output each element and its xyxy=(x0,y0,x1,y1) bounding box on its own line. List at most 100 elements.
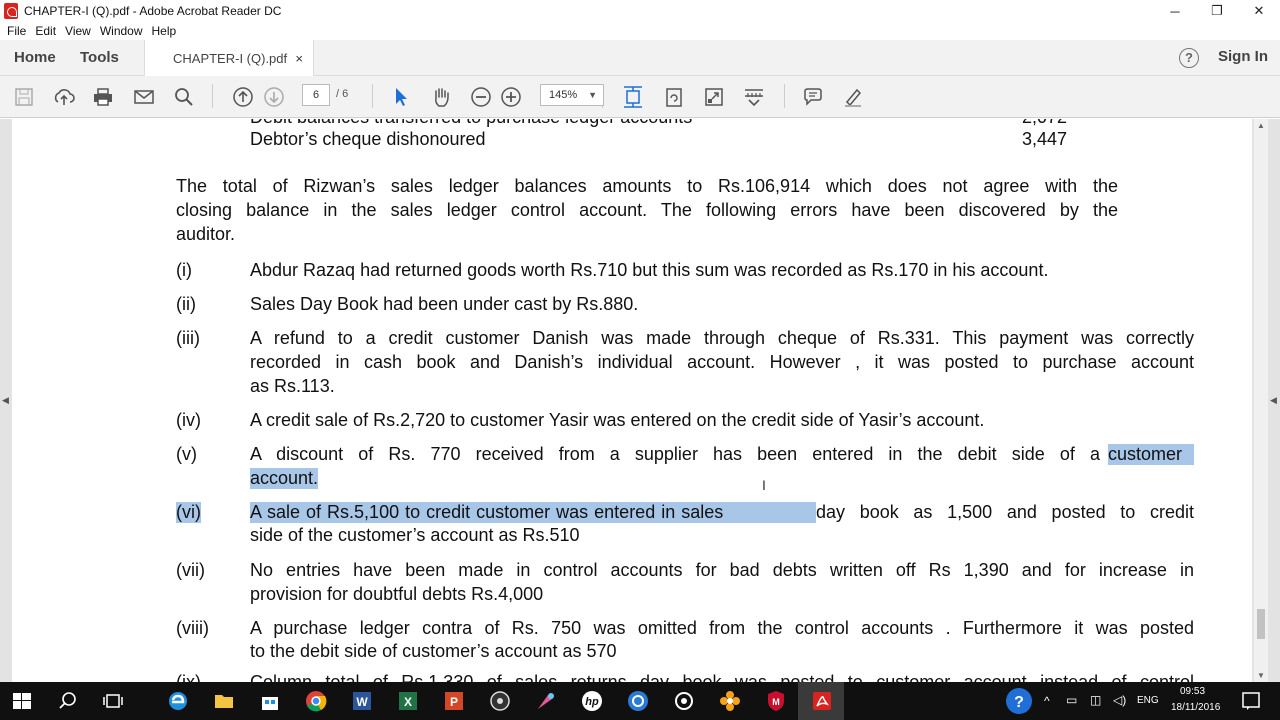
minimize-button[interactable]: ─ xyxy=(1154,0,1196,22)
tray-chevron-icon[interactable]: ^ xyxy=(1044,694,1050,708)
volume-icon[interactable]: ◁) xyxy=(1113,693,1126,707)
page-total: / 6 xyxy=(336,88,349,100)
item-number: (viii) xyxy=(176,618,209,638)
item-number-selected[interactable]: (vi) xyxy=(176,502,201,523)
menu-file[interactable]: File xyxy=(7,24,26,38)
menu-view[interactable]: View xyxy=(65,24,91,38)
document-text: Debit balances transferred to purchase l… xyxy=(0,119,1280,682)
selected-text[interactable]: account. xyxy=(250,468,319,489)
chrome-icon[interactable] xyxy=(304,689,328,713)
language-indicator[interactable]: ENG xyxy=(1137,695,1159,706)
close-tab-icon[interactable]: × xyxy=(295,51,303,66)
excel-icon[interactable]: X xyxy=(396,689,420,713)
item-number: (iv) xyxy=(176,410,201,430)
word-icon[interactable]: W xyxy=(350,689,374,713)
selected-text[interactable]: A sale of Rs.5,100 to credit customer wa… xyxy=(250,502,816,523)
zoom-out-icon[interactable] xyxy=(469,85,493,109)
item-text: Sales Day Book had been under cast by Rs… xyxy=(250,294,639,314)
document-viewer[interactable]: ◀ ◀ ▲ ▼ Debit balances transferred to pu… xyxy=(0,119,1280,682)
comment-icon[interactable] xyxy=(801,85,825,109)
flower-app-icon[interactable] xyxy=(718,689,742,713)
acrobat-taskbar-icon[interactable] xyxy=(810,689,834,713)
read-mode-icon[interactable] xyxy=(742,85,766,109)
edge-browser-icon[interactable] xyxy=(166,689,190,713)
settings-gear-icon[interactable] xyxy=(672,689,696,713)
media-app-icon[interactable] xyxy=(488,689,512,713)
shield-app-icon[interactable]: M xyxy=(764,689,788,713)
next-page-icon[interactable] xyxy=(262,85,286,109)
item-text: side of the customer’s account as Rs.510 xyxy=(250,525,580,545)
file-explorer-icon[interactable] xyxy=(212,689,236,713)
search-icon[interactable] xyxy=(172,85,196,109)
close-window-button[interactable]: ✕ xyxy=(1238,0,1280,22)
tab-home[interactable]: Home xyxy=(14,40,56,76)
tab-tools[interactable]: Tools xyxy=(80,40,119,76)
select-pointer-icon[interactable] xyxy=(389,85,413,109)
clock-time[interactable]: 09:53 xyxy=(1180,686,1205,697)
search-icon[interactable] xyxy=(56,689,80,713)
hand-tool-icon[interactable] xyxy=(429,85,453,109)
tab-document-label: CHAPTER-I (Q).pdf xyxy=(173,50,288,66)
clock-date[interactable]: 18/11/2016 xyxy=(1171,702,1220,713)
item-number: (ix) xyxy=(176,672,201,682)
zoom-select[interactable]: 145% ▼ xyxy=(540,84,604,106)
menu-bar: File Edit View Window Help xyxy=(0,22,1280,40)
highlight-pen-icon[interactable] xyxy=(841,85,865,109)
item-text: Column total of Rs.1,330 of sales return… xyxy=(250,672,1194,682)
item-text: A credit sale of Rs.2,720 to customer Ya… xyxy=(250,410,985,430)
action-center-icon[interactable] xyxy=(1240,690,1262,712)
previous-page-icon[interactable] xyxy=(231,85,255,109)
fit-page-icon[interactable] xyxy=(621,85,645,109)
battery-icon[interactable]: ▭ xyxy=(1066,693,1077,707)
powerpoint-icon[interactable]: P xyxy=(442,689,466,713)
security-app-icon[interactable] xyxy=(626,689,650,713)
item-number: (iii) xyxy=(176,328,200,348)
item-text: No entries have been made in control acc… xyxy=(250,560,1194,580)
print-icon[interactable] xyxy=(91,85,115,109)
svg-text:P: P xyxy=(450,695,458,709)
store-icon[interactable] xyxy=(258,689,282,713)
network-icon[interactable]: ◫ xyxy=(1090,693,1101,707)
svg-text:W: W xyxy=(356,695,368,709)
intro-paragraph-line-2: closing balance in the sales ledger cont… xyxy=(176,200,1118,220)
svg-text:M: M xyxy=(772,697,780,707)
item-number: (v) xyxy=(176,444,197,464)
sign-in-link[interactable]: Sign In xyxy=(1218,48,1268,65)
menu-window[interactable]: Window xyxy=(100,24,143,38)
svg-text:?: ? xyxy=(1014,694,1024,711)
item-text: A purchase ledger contra of Rs. 750 was … xyxy=(250,618,1194,638)
help-icon[interactable]: ? xyxy=(1179,48,1199,68)
item-number: (i) xyxy=(176,260,192,280)
debtor-cheque-value: 3,447 xyxy=(1022,129,1068,149)
save-icon[interactable] xyxy=(12,85,36,109)
item-text: recorded in cash book and Danish’s indiv… xyxy=(250,352,1194,372)
item-text: A discount of Rs. 770 received from a su… xyxy=(250,444,1100,464)
windows-start-icon[interactable] xyxy=(10,689,34,713)
restore-button[interactable]: ❐ xyxy=(1196,0,1238,22)
item-text: provision for doubtful debts Rs.4,000 xyxy=(250,584,544,604)
item-number: (ii) xyxy=(176,294,196,314)
hp-icon[interactable]: hp xyxy=(580,689,604,713)
zoom-value: 145% xyxy=(549,89,578,101)
item-text: Abdur Razaq had returned goods worth Rs.… xyxy=(250,260,1049,280)
rotate-page-icon[interactable] xyxy=(662,85,686,109)
page-number-input[interactable]: 6 xyxy=(302,84,330,106)
zoom-in-icon[interactable] xyxy=(499,85,523,109)
full-screen-icon[interactable] xyxy=(702,85,726,109)
help-assistant-icon[interactable]: ? xyxy=(1006,688,1032,714)
item-text: A refund to a credit customer Danish was… xyxy=(250,328,1194,348)
task-view-icon[interactable] xyxy=(101,689,125,713)
upload-cloud-icon[interactable] xyxy=(52,85,76,109)
svg-text:X: X xyxy=(404,695,412,709)
selected-text[interactable]: customer xyxy=(1108,444,1194,465)
tab-document[interactable]: CHAPTER-I (Q).pdf × xyxy=(144,40,314,76)
item-text: to the debit side of customer’s account … xyxy=(250,641,617,661)
menu-edit[interactable]: Edit xyxy=(35,24,56,38)
intro-paragraph-line-3: auditor. xyxy=(176,224,236,244)
menu-help[interactable]: Help xyxy=(152,24,177,38)
tab-bar: Home Tools CHAPTER-I (Q).pdf × xyxy=(0,40,1280,76)
title-bar: CHAPTER-I (Q).pdf - Adobe Acrobat Reader… xyxy=(0,0,1280,22)
partial-row-value: 2,072 xyxy=(1022,119,1067,128)
paint-app-icon[interactable] xyxy=(534,689,558,713)
email-icon[interactable] xyxy=(132,85,156,109)
